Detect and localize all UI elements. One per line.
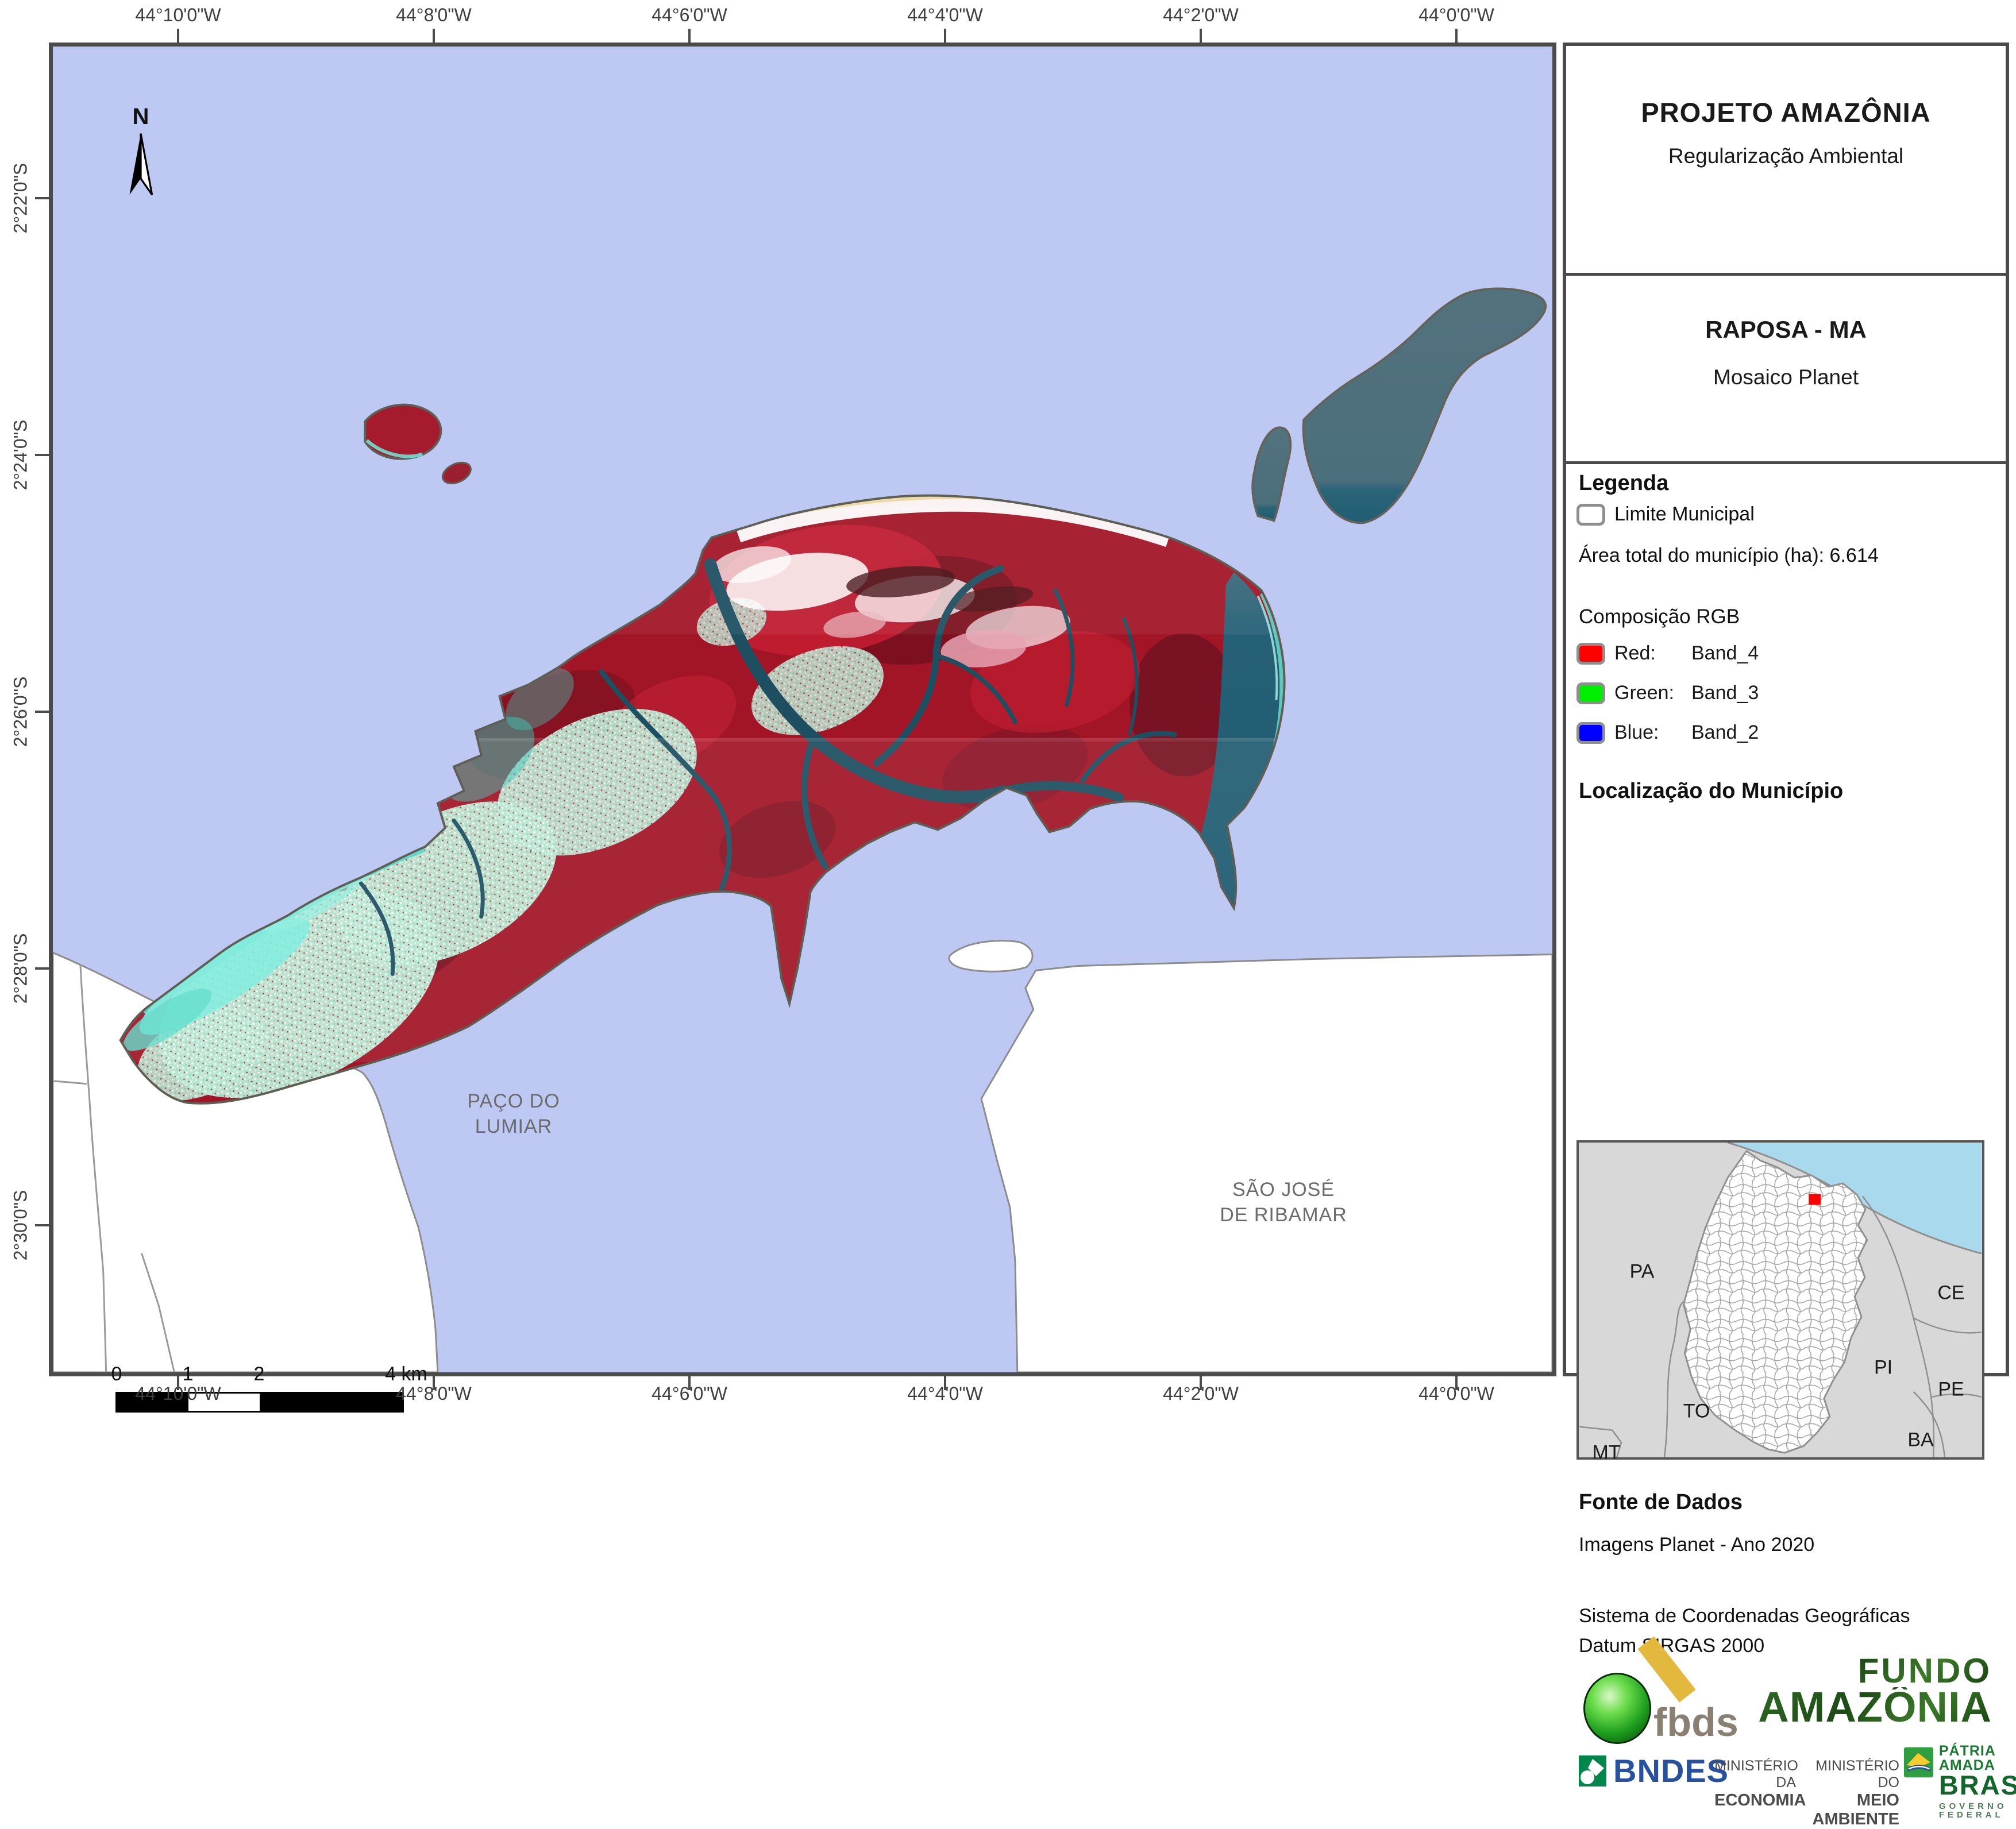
scale-label-2: 2 — [254, 1363, 265, 1386]
scale-label-1: 1 — [183, 1363, 194, 1386]
place-label-paco-do-lumiar: PAÇO DO LUMIAR — [467, 1089, 560, 1139]
lon-label-top-1: 44°8'0"W — [396, 5, 472, 26]
product-name: Mosaico Planet — [1566, 365, 2006, 389]
inset-state-PA: PA — [1630, 1261, 1655, 1283]
fbds-sphere-icon — [1583, 1673, 1651, 1744]
green-band-swatch — [1576, 682, 1605, 704]
place-label-sao-jose-de-ribamar: SÃO JOSÉ DE RIBAMAR — [1220, 1177, 1347, 1228]
north-arrow: N — [121, 104, 161, 204]
satellite-map-art — [53, 47, 1552, 1372]
fonte-line-datum: Datum SIRGAS 2000 — [1579, 1635, 1764, 1657]
raposa-location-marker — [1809, 1194, 1821, 1205]
sao-jose-de-ribamar-land — [981, 955, 1552, 1372]
inset-state-MT: MT — [1592, 1442, 1620, 1464]
project-title-box: PROJETO AMAZÔNIA Regularização Ambiental — [1566, 97, 2006, 276]
area-total-label: Área total do município (ha): 6.614 — [1579, 545, 1879, 567]
lon-label-top-5: 44°0'0"W — [1418, 5, 1494, 26]
lat-label-0: 2°22'0"S — [10, 163, 32, 234]
municipality-name: RAPOSA - MA — [1566, 316, 2006, 344]
lat-label-3: 2°28'0"S — [10, 933, 32, 1004]
rgb-row-blue: Blue: Band_2 — [1576, 721, 1759, 744]
fonte-heading: Fonte de Dados — [1579, 1490, 1743, 1515]
inset-state-CE: CE — [1937, 1282, 1964, 1305]
inset-state-PI: PI — [1874, 1357, 1892, 1379]
lat-label-4: 2°30'0"S — [10, 1190, 32, 1261]
fonte-line-sistema: Sistema de Coordenadas Geográficas — [1579, 1605, 1910, 1627]
inset-state-PE: PE — [1938, 1379, 1964, 1401]
ministerio-economia-logo: MINISTÉRIO DA ECONOMIA — [1714, 1758, 1796, 1810]
lat-label-1: 2°24'0"S — [10, 420, 32, 491]
legend-box: Legenda Limite Municipal Área total do m… — [1566, 464, 2006, 1462]
locator-inset-map: PA CE PI PE TO BA MT — [1576, 1140, 1984, 1460]
lon-label-top-2: 44°6'0"W — [652, 5, 727, 26]
blue-band-swatch — [1576, 722, 1605, 744]
fbds-logo: fbds — [1583, 1669, 1756, 1750]
fundo-amazonia-logo: FUNDO AMAZÔNIA — [1758, 1654, 1992, 1727]
project-subtitle: Regularização Ambiental — [1566, 144, 2006, 168]
rgb-row-green: Green: Band_3 — [1576, 682, 1759, 704]
map-canvas: N 0 1 2 4 km PAÇO DO LUMIAR SÃO JOSÉ DE … — [49, 43, 1556, 1376]
rgb-row-red: Red: Band_4 — [1576, 642, 1759, 665]
legend-heading: Legenda — [1579, 471, 1668, 496]
north-label: N — [121, 104, 161, 130]
fonte-line-imagens: Imagens Planet - Ano 2020 — [1579, 1534, 1814, 1556]
red-band-swatch — [1576, 643, 1605, 665]
north-arrow-icon — [121, 130, 161, 202]
project-title: PROJETO AMAZÔNIA — [1566, 97, 2006, 128]
limite-municipal-swatch — [1576, 504, 1605, 526]
lon-label-top-4: 44°2'0"W — [1163, 5, 1239, 26]
rgb-heading: Composição RGB — [1579, 605, 1740, 628]
layout-sidebar: PROJETO AMAZÔNIA Regularização Ambiental… — [1563, 43, 2009, 1376]
lat-label-2: 2°26'0"S — [10, 677, 32, 747]
scale-label-4km: 4 km — [385, 1363, 427, 1386]
lon-label-top-0: 44°10'0"W — [135, 5, 221, 26]
legend-item-limite: Limite Municipal — [1576, 503, 1755, 526]
ministerio-meio-ambiente-logo: MINISTÉRIO DO MEIO AMBIENTE — [1803, 1758, 1899, 1829]
localizacao-heading: Localização do Município — [1579, 779, 1843, 804]
inset-state-TO: TO — [1683, 1400, 1710, 1423]
patria-amada-brasil-logo: PÁTRIA AMADA BRASIL GOVERNO FEDERAL — [1904, 1744, 2016, 1819]
bndes-icon — [1579, 1755, 1606, 1786]
lon-label-top-3: 44°4'0"W — [907, 5, 983, 26]
scale-label-0: 0 — [111, 1363, 122, 1386]
brasil-flag-icon — [1904, 1744, 1933, 1781]
municipality-title-box: RAPOSA - MA Mosaico Planet — [1566, 316, 2006, 464]
limite-municipal-label: Limite Municipal — [1614, 503, 1755, 526]
locator-map-art — [1579, 1143, 1982, 1457]
inset-state-BA: BA — [1907, 1429, 1933, 1452]
bndes-logo: BNDES — [1579, 1752, 1729, 1789]
